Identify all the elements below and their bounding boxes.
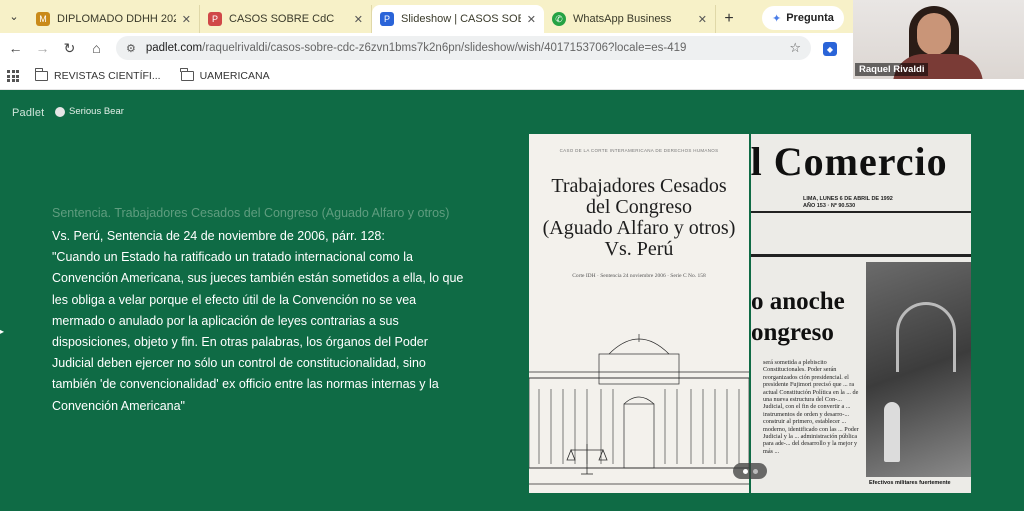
home-icon[interactable]: ⌂ (83, 33, 110, 63)
tab-title: WhatsApp Business (573, 13, 672, 25)
cover-title-line: del Congreso (585, 196, 693, 218)
gemini-sparkle-icon: ✦ (772, 12, 782, 25)
newspaper-dateline: LIMA, LUNES 6 DE ABRIL DE 1992 AÑO 153 ·… (803, 196, 893, 209)
padlet-favicon-icon: P (208, 12, 222, 26)
close-icon[interactable]: ✕ (182, 13, 191, 26)
post-body-text: Vs. Perú, Sentencia de 24 de noviembre d… (52, 226, 502, 417)
bookmark-label: UAMERICANA (199, 70, 270, 82)
close-icon[interactable]: ✕ (698, 13, 707, 26)
cover-subtitle: Corte IDH · Sentencia 24 noviembre 2006 … (572, 273, 706, 279)
tab-whatsapp[interactable]: ✆ WhatsApp Business ✕ (544, 5, 716, 33)
newspaper-headline: o anoche ongreso (751, 286, 845, 348)
cover-title-line: (Aguado Alfaro y otros) (542, 217, 736, 239)
newspaper-photo (866, 262, 971, 477)
tab-search-chevron-icon[interactable]: ⌄ (0, 0, 28, 33)
close-icon[interactable]: ✕ (354, 13, 363, 26)
photo-figure (884, 402, 900, 462)
tab-slideshow[interactable]: P Slideshow | CASOS SOBRE CdC ✕ (372, 5, 544, 33)
carousel-dot[interactable] (752, 468, 758, 474)
gemini-ask-button[interactable]: ✦ Pregunta (762, 6, 844, 30)
quote-line: disposiciones, objeto y fin. En otras pa… (52, 335, 428, 350)
quote-line: Convención Americana, sus jueces también… (52, 271, 464, 286)
quote-line: mermado o anulado por la aplicación de l… (52, 313, 399, 328)
bookmark-label: REVISTAS CIENTÍFI... (54, 70, 161, 82)
close-icon[interactable]: ✕ (527, 13, 536, 26)
dateline-line: LIMA, LUNES 6 DE ABRIL DE 1992 (803, 196, 893, 202)
quote-line: "Cuando un Estado ha ratificado un trata… (52, 250, 413, 265)
mouse-cursor-icon: ▸ (0, 327, 5, 336)
tab-title: CASOS SOBRE CdC (229, 13, 335, 25)
tab-title: Slideshow | CASOS SOBRE CdC (401, 13, 521, 25)
tab-title: DIPLOMADO DDHH 2026: Pre (57, 13, 176, 25)
author-name: Serious Bear (69, 106, 124, 117)
url-host: padlet.com (145, 42, 203, 54)
bookmark-revistas[interactable]: REVISTAS CIENTÍFI... (34, 68, 161, 82)
participant-name: Raquel Rivaldi (855, 63, 929, 76)
url-path: /raquelrivaldi/casos-sobre-cdc-z6zvn1bms… (202, 42, 687, 54)
carousel-pagination[interactable] (733, 463, 767, 479)
headline-line: ongreso (751, 319, 834, 346)
photo-arch (896, 302, 956, 372)
gemini-ask-label: Pregunta (786, 12, 834, 24)
post-author: Serious Bear (55, 106, 124, 117)
video-call-tile: Raquel Rivaldi (853, 0, 1024, 79)
quote-line: les obliga a velar porque el efecto útil… (52, 292, 417, 307)
tab-casos[interactable]: P CASOS SOBRE CdC ✕ (200, 5, 372, 33)
bookmark-star-icon[interactable]: ☆ (789, 40, 801, 56)
padlet-logo[interactable]: Padlet (12, 107, 44, 119)
cover-title: Trabajadores Cesados del Congreso (Aguad… (529, 176, 749, 260)
cover-title-line: Vs. Perú (604, 238, 674, 260)
forward-arrow-icon[interactable]: → (29, 33, 56, 63)
attachment-image-cover[interactable]: CASO DE LA CORTE INTERAMERICANA DE DEREC… (529, 134, 749, 493)
new-tab-button[interactable]: + (716, 5, 742, 33)
dateline-line: AÑO 153 · Nº 90.530 (803, 202, 856, 209)
tab-diplomado[interactable]: M DIPLOMADO DDHH 2026: Pre ✕ (28, 5, 200, 33)
avatar (55, 106, 65, 117)
quote-line: Vs. Perú, Sentencia de 24 de noviembre d… (52, 229, 385, 243)
quote-line: Convención Americana" (52, 398, 185, 413)
folder-icon (180, 68, 194, 81)
quote-line: también 'de convencionalidad' ex officio… (52, 377, 439, 392)
reload-icon[interactable]: ↻ (56, 33, 83, 63)
moodle-favicon-icon: M (36, 12, 50, 26)
participant-face (917, 13, 951, 55)
divider (751, 211, 971, 213)
newspaper-column-text: será sometida a plebiscito Constituciona… (763, 359, 859, 455)
quote-line: Judicial deben ejercer no sólo un contro… (52, 356, 426, 371)
apps-grid-icon[interactable] (7, 70, 19, 82)
bookmark-uamericana[interactable]: UAMERICANA (180, 68, 270, 82)
address-bar[interactable]: ⚙ padlet.com/raquelrivaldi/casos-sobre-c… (116, 36, 811, 60)
padlet-slideshow: Padlet Serious Bear Sentencia. Trabajado… (0, 91, 1024, 511)
carousel-dot-active[interactable] (742, 468, 748, 474)
post-text-faded-line: Sentencia. Trabajadores Cesados del Cong… (52, 206, 450, 220)
cover-header: CASO DE LA CORTE INTERAMERICANA DE DEREC… (559, 148, 719, 153)
padlet-favicon-icon: P (380, 12, 394, 26)
site-info-icon[interactable]: ⚙ (126, 42, 136, 55)
newspaper-masthead: El Comercio (751, 139, 948, 184)
divider (751, 254, 971, 257)
photo-caption: Efectivos militares fuertemente (869, 480, 951, 486)
cover-title-line: Trabajadores Cesados (551, 175, 727, 197)
url-text[interactable]: padlet.com/raquelrivaldi/casos-sobre-cdc… (146, 42, 789, 54)
whatsapp-favicon-icon: ✆ (552, 12, 566, 26)
congress-building-illustration (529, 334, 749, 485)
folder-icon (34, 68, 48, 81)
attachment-image-newspaper[interactable]: El Comercio LIMA, LUNES 6 DE ABRIL DE 19… (751, 134, 971, 493)
back-arrow-icon[interactable]: ← (2, 33, 29, 63)
extension-icon[interactable]: ◆ (823, 42, 837, 56)
headline-line: o anoche (751, 288, 845, 315)
